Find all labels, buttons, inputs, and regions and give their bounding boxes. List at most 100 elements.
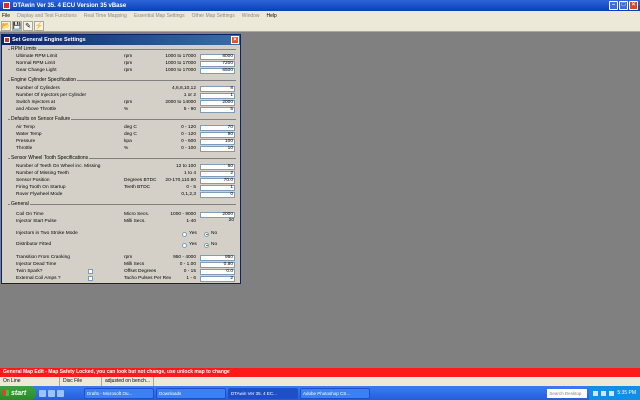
row-unit: Micro Secs. xyxy=(124,212,150,217)
row-unit: Degrees BTDC xyxy=(124,178,157,183)
radio-label: Yes xyxy=(189,231,197,236)
row-unit: Offset Degrees xyxy=(124,269,157,274)
throttle-input[interactable]: 10 xyxy=(200,146,235,152)
injectors-per-cyl-input[interactable]: 1 xyxy=(200,93,235,99)
distributor-yes-radio[interactable] xyxy=(182,242,187,248)
tray-icon[interactable] xyxy=(609,390,615,396)
menu-help[interactable]: Help xyxy=(267,13,277,19)
row-label: Number of Cylinders xyxy=(16,86,60,91)
general-engine-settings-dialog: Set General Engine Settings × RPM Limits… xyxy=(1,34,241,208)
row-range: 0 - 15 xyxy=(183,269,196,274)
row-range: 0 - 1.00 xyxy=(179,262,196,267)
offset-degrees-input[interactable]: 0.0 xyxy=(200,269,235,275)
row-label: External Coil Amps ? xyxy=(16,276,61,281)
desktop-search-input[interactable]: Search Desktop xyxy=(547,388,588,398)
gear-change-input[interactable]: 6500 xyxy=(200,68,235,74)
injector-start-value: 20 xyxy=(228,218,234,223)
menu-window[interactable]: Window xyxy=(242,13,260,19)
row-label: Injector Dead Time xyxy=(16,262,57,267)
two-stroke-no-radio[interactable] xyxy=(204,231,209,237)
row-ultimate-rpm: Ultimate RPM Limit rpm 1000 to 17000 800… xyxy=(8,54,236,60)
row-label: Rover Flywheel Mode xyxy=(16,192,63,197)
status-online: On Line xyxy=(0,377,60,386)
task-drafts[interactable]: Drafts - Microsoft Ou... xyxy=(84,387,154,399)
tray-icon[interactable] xyxy=(593,390,599,396)
window-controls: – □ × xyxy=(609,1,638,10)
menu-essential-map-settings[interactable]: Essential Map Settings xyxy=(134,13,185,19)
row-distributor: Distributor Fitted Yes No xyxy=(8,242,236,248)
row-unit: Teeth BTDC xyxy=(124,185,151,190)
row-label: Number of Missing Teeth xyxy=(16,171,69,176)
switch-injectors-input[interactable]: 2000 xyxy=(200,100,235,106)
dialog-icon xyxy=(4,37,10,43)
menu-other-map-settings[interactable]: Other Map Settings xyxy=(192,13,235,19)
open-folder-icon[interactable]: 📂 xyxy=(1,20,11,31)
close-icon[interactable]: × xyxy=(629,1,638,10)
task-downloads[interactable]: Downloads xyxy=(156,387,226,399)
status-disc-file: Disc File Current xyxy=(60,377,102,393)
row-coil-on-time: Coil On Time Micro Secs. 1000 - 9000 200… xyxy=(8,212,236,218)
tray-icon[interactable] xyxy=(601,390,607,396)
distributor-no-radio[interactable] xyxy=(204,242,209,248)
menu-display-test[interactable]: Display and Test Functions xyxy=(17,13,77,19)
two-stroke-yes-radio[interactable] xyxy=(182,231,187,237)
air-temp-input[interactable]: 70 xyxy=(200,125,235,131)
maximize-icon[interactable]: □ xyxy=(619,1,628,10)
quick-launch-icon[interactable] xyxy=(48,389,55,397)
row-label: Ultimate RPM Limit xyxy=(16,54,58,59)
row-label: Twin Spark? xyxy=(16,269,43,274)
row-unit: % xyxy=(124,146,129,151)
start-button[interactable]: start xyxy=(0,386,36,400)
save-disk-icon[interactable]: 💾 xyxy=(12,20,22,31)
pencil-icon[interactable]: ✎ xyxy=(23,20,33,31)
row-range: 1 to 4 xyxy=(183,171,196,176)
row-label: Number Of Injectors per Cylinder xyxy=(16,93,87,98)
tacho-pulses-input[interactable]: 2 xyxy=(200,276,235,282)
quick-launch-icon[interactable] xyxy=(57,389,64,397)
row-unit: rpm xyxy=(124,68,133,73)
normal-rpm-input[interactable]: 7200 xyxy=(200,61,235,67)
missing-teeth-input[interactable]: 2 xyxy=(200,171,235,177)
row-label: Distributor Fitted xyxy=(16,242,52,247)
group-sensor-wheel: Sensor Wheel Tooth Specifications Number… xyxy=(8,156,236,198)
row-label: Normal RPM Limit xyxy=(16,61,55,66)
task-dtawin[interactable]: DTAwin Ver 35. 4 EC... xyxy=(228,387,298,399)
pressure-input[interactable]: 100 xyxy=(200,139,235,145)
dialog-close-icon[interactable]: × xyxy=(231,36,239,44)
row-external-coil: External Coil Amps ? Tacho Pulses Per Re… xyxy=(8,276,236,282)
map-locked-warning: General Map Edit - Map Safety Locked, yo… xyxy=(0,368,640,377)
firing-tooth-input[interactable]: 1 xyxy=(200,185,235,191)
water-temp-input[interactable]: 90 xyxy=(200,132,235,138)
group-title: RPM Limits xyxy=(10,46,38,52)
group-title: Defaults on Sensor Failure xyxy=(10,116,72,122)
dead-time-input[interactable]: 0.80 xyxy=(200,262,235,268)
flash-icon[interactable]: ⚡ xyxy=(34,20,44,31)
ultimate-rpm-input[interactable]: 8000 xyxy=(200,54,235,60)
row-range: 2000 to 14000 xyxy=(165,100,196,105)
row-label: Pressure xyxy=(16,139,36,144)
row-range: 12 to 100 xyxy=(175,164,196,169)
row-range: 4,6,8,10,12 xyxy=(171,86,196,91)
row-range: 0 - 120 xyxy=(181,132,196,137)
task-photoshop[interactable]: Adobe Photoshop CS... xyxy=(300,387,370,399)
group-general: General Coil On Time Micro Secs. 1000 - … xyxy=(8,202,236,282)
twin-spark-checkbox[interactable] xyxy=(88,269,93,274)
menu-bar: File Display and Test Functions Real Tim… xyxy=(0,11,640,20)
rover-flywheel-input[interactable]: 0 xyxy=(200,192,235,198)
group-title: Engine Cylinder Specification xyxy=(10,77,78,83)
above-throttle-input[interactable]: 5 xyxy=(200,107,235,113)
sensor-position-input[interactable]: 70.0 xyxy=(200,178,235,184)
row-dead-time: Injector Dead Time Milli Secs 0 - 1.00 0… xyxy=(8,262,236,268)
minimize-icon[interactable]: – xyxy=(609,1,618,10)
num-cylinders-input[interactable]: 8 xyxy=(200,86,235,92)
row-range: 1000 to 17000 xyxy=(165,54,196,59)
menu-real-time-mapping[interactable]: Real Time Mapping xyxy=(84,13,127,19)
row-range: 1 - 6 xyxy=(186,276,196,281)
row-range: 5 - 90 xyxy=(183,107,196,112)
external-coil-checkbox[interactable] xyxy=(88,276,93,281)
row-water-temp: Water Temp deg C 0 - 120 90 xyxy=(8,132,236,138)
quick-launch-icon[interactable] xyxy=(39,389,46,397)
cranking-input[interactable]: 950 xyxy=(200,255,235,261)
menu-file[interactable]: File xyxy=(2,13,10,19)
num-teeth-input[interactable]: 60 xyxy=(200,164,235,170)
